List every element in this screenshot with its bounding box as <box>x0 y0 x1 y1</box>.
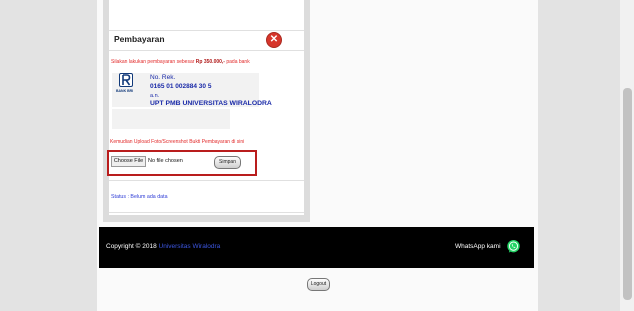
copyright-prefix: Copyright © 2018 <box>106 243 159 250</box>
scrollbar-thumb[interactable] <box>623 88 632 300</box>
file-status-text: No file chosen <box>148 158 183 164</box>
close-icon: ✕ <box>269 34 279 45</box>
choose-file-button[interactable]: Choose File <box>111 156 146 167</box>
bank-logo-text: BANK BRI <box>116 89 134 93</box>
account-holder-label: a.n. <box>150 93 160 99</box>
account-holder-name: UPT PMB UNIVERSITAS WIRALODRA <box>150 100 272 107</box>
logout-button[interactable]: Logout <box>307 278 330 291</box>
account-number: 0165 01 002884 30 5 <box>150 83 212 90</box>
copyright-text: Copyright © 2018 Universitas Wiralodra <box>106 243 220 250</box>
instruction-suffix: pada bank <box>224 59 250 65</box>
payment-status: Status : Belum ada data <box>111 194 168 200</box>
payment-amount: Rp 350.000,- <box>195 59 225 65</box>
panel-header: Pembayaran ✕ <box>109 30 304 51</box>
whatsapp-label[interactable]: WhatsApp kami <box>455 243 501 250</box>
upload-instruction: Kemudian Upload Foto/Screenshot Bukti Pe… <box>110 139 245 145</box>
university-link[interactable]: Universitas Wiralodra <box>159 243 221 250</box>
account-label: No. Rek. <box>150 74 176 81</box>
left-background <box>0 0 97 311</box>
whatsapp-icon[interactable] <box>506 239 521 254</box>
save-button[interactable]: Simpan <box>214 156 241 169</box>
panel-bottom-border <box>109 212 304 213</box>
instruction-prefix: Silakan lakukan pembayaran sebesar <box>111 59 196 65</box>
info-placeholder-box <box>112 109 230 129</box>
panel-title: Pembayaran <box>114 34 165 44</box>
divider <box>109 180 304 181</box>
bank-logo-icon <box>119 73 133 87</box>
close-button[interactable]: ✕ <box>266 32 282 48</box>
payment-instruction: Silakan lakukan pembayaran sebesar Rp 35… <box>111 59 250 65</box>
